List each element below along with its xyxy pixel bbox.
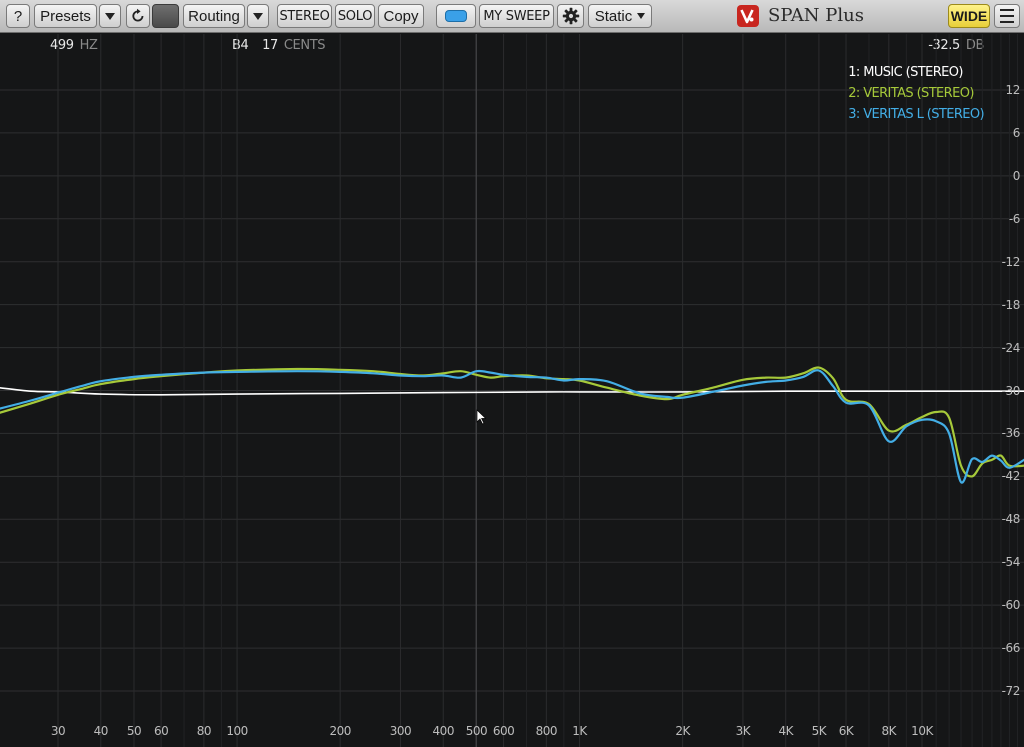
x-tick-label: 500 [465,724,488,738]
legend-label: 3: VERITAS L (STEREO) [848,107,984,122]
y-tick-label: -24 [1001,340,1021,355]
series-line-2 [0,366,1024,478]
y-tick-label: -42 [1001,469,1021,484]
x-tick-label: 50 [126,724,142,738]
x-tick-label: 8K [881,724,897,738]
gear-icon [562,7,579,25]
x-tick-label: 200 [329,724,351,738]
legend-item-music[interactable]: 1: MUSIC (STEREO) [848,62,984,83]
legend-label: 1: MUSIC (STEREO) [848,65,963,80]
chevron-down-icon [637,13,646,19]
presets-button[interactable]: Presets [34,4,97,28]
x-tick-label: 6K [838,724,854,738]
x-tick-label: 600 [492,724,515,738]
y-tick-label: -72 [1001,684,1021,698]
x-tick-label: 4K [778,724,793,738]
x-tick-label: 5K [811,724,827,738]
y-axis-labels: 12 6 0 -6 -12 -18 -24 -30 -36 -42 -48 -54 -60 -66 -72 [984,0,1021,747]
x-tick-label: 800 [535,724,558,738]
color-swatch-button[interactable] [152,4,179,28]
y-tick-label: -48 [1001,512,1021,527]
trace-toggle-button[interactable] [436,4,476,28]
reset-button[interactable] [126,4,150,28]
stereo-button[interactable]: STEREO [277,4,332,28]
x-tick-label: 30 [50,724,66,738]
y-tick-label: -36 [1001,426,1021,441]
mouse-cursor-icon [476,409,487,425]
y-tick-label: -30 [1001,383,1021,398]
settings-button[interactable] [557,4,584,28]
toolbar: ? Presets Routing STEREO SOLO Copy MY SW… [0,0,1024,33]
y-tick-label: -18 [1001,297,1021,312]
y-tick-label: -6 [1008,211,1021,226]
copy-button[interactable]: Copy [378,4,424,28]
x-tick-label: 100 [226,724,248,738]
legend-label: 2: VERITAS (STEREO) [848,86,974,101]
x-tick-label: 2K [675,724,690,738]
spectrum-plot[interactable] [0,34,1024,747]
spectrum-curves [0,366,1024,484]
voxengo-logo-icon [737,5,759,27]
x-tick-label: 300 [389,724,412,738]
x-tick-label: 1K [572,724,587,738]
x-tick-label: 60 [153,724,169,738]
x-tick-label: 3K [735,724,751,738]
product-name: SPAN Plus [768,5,864,26]
toggle-indicator [445,10,467,22]
reset-icon [132,8,144,22]
y-tick-label: -66 [1001,641,1021,656]
my-sweep-button[interactable]: MY SWEEP [479,4,554,28]
x-tick-label: 400 [432,724,455,738]
y-tick-label: -60 [1001,598,1021,613]
solo-button[interactable]: SOLO [335,4,375,28]
series-line-1 [0,387,1024,396]
y-tick-label: 0 [1012,168,1021,183]
y-tick-label: -12 [1001,254,1021,269]
mode-label: Static [594,7,633,25]
presets-dropdown-button[interactable] [99,4,121,28]
chevron-down-icon [253,12,263,20]
x-tick-label: 10K [911,724,933,738]
chevron-down-icon [105,12,115,20]
mode-dropdown[interactable]: Static [588,4,652,28]
y-tick-label: 12 [1005,83,1021,97]
routing-dropdown-button[interactable] [247,4,269,28]
legend-item-veritas-l[interactable]: 3: VERITAS L (STEREO) [848,104,984,125]
x-tick-label: 40 [93,724,109,738]
x-tick-label: 80 [196,724,212,738]
series-line-3 [0,369,1024,484]
legend-item-veritas[interactable]: 2: VERITAS (STEREO) [848,83,984,104]
y-tick-label: -54 [1001,555,1021,570]
y-tick-label: 6 [1012,125,1021,140]
routing-button[interactable]: Routing [183,4,245,28]
help-button[interactable]: ? [6,4,30,28]
legend: 1: MUSIC (STEREO) 2: VERITAS (STEREO) 3:… [848,62,984,125]
